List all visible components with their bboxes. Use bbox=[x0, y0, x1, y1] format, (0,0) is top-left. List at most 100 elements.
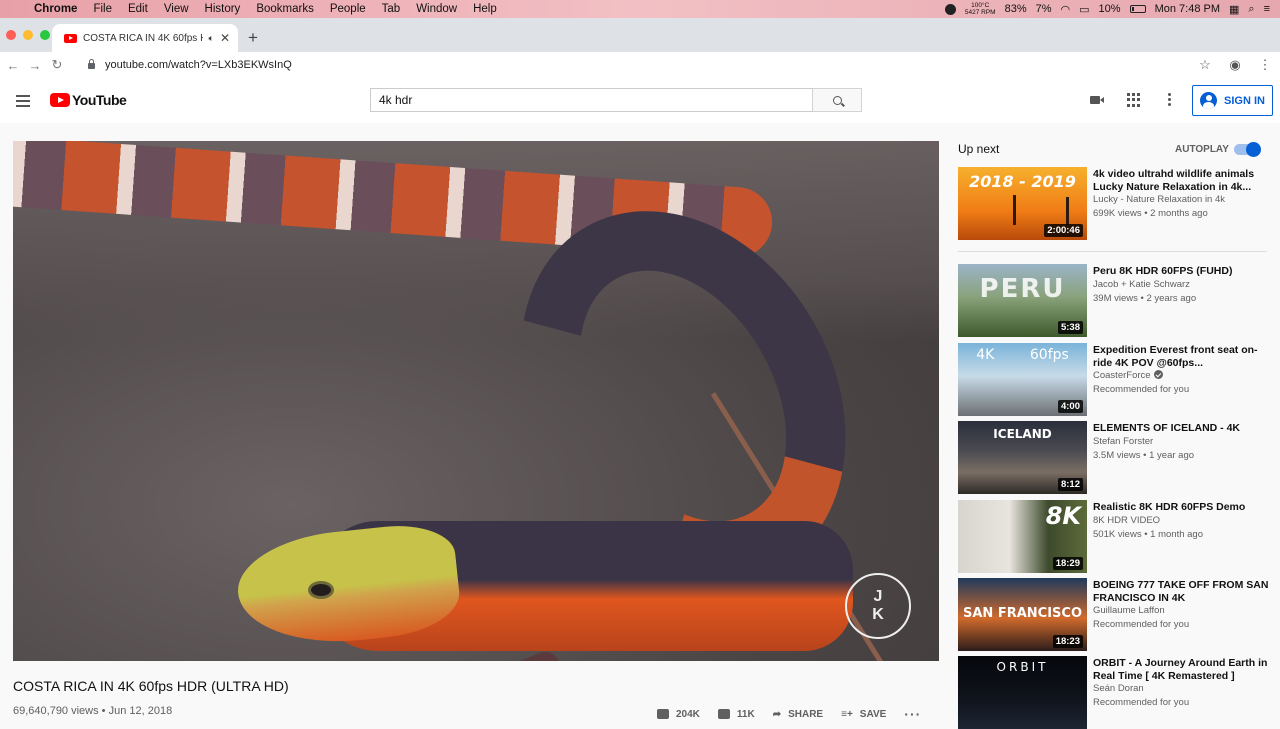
menu-tab[interactable]: Tab bbox=[374, 3, 409, 15]
menu-help[interactable]: Help bbox=[465, 3, 505, 15]
video-card-meta: 39M views • 2 years ago bbox=[1093, 292, 1197, 304]
close-tab-icon[interactable]: ✕ bbox=[220, 31, 230, 45]
thumbnail-text: 2018 - 2019 bbox=[969, 172, 1076, 191]
autoplay-toggle[interactable] bbox=[1234, 142, 1261, 157]
up-next-heading: Up next bbox=[958, 142, 1000, 156]
video-card-title[interactable]: Expedition Everest front seat on-ride 4K… bbox=[1093, 344, 1273, 369]
sign-in-label: SIGN IN bbox=[1224, 94, 1265, 107]
battery-percent[interactable]: 83% bbox=[1005, 3, 1027, 15]
airplay-icon[interactable]: ▭ bbox=[1079, 3, 1089, 16]
profile-icon[interactable]: ◉ bbox=[1220, 57, 1250, 73]
apps-grid-icon[interactable] bbox=[1127, 93, 1143, 107]
menu-file[interactable]: File bbox=[85, 3, 120, 15]
mac-battery[interactable]: 10% bbox=[1099, 3, 1121, 15]
video-title: COSTA RICA IN 4K 60fps HDR (ULTRA HD) bbox=[13, 678, 289, 694]
giraffe-silhouette-icon bbox=[1013, 195, 1016, 225]
chrome-menu-icon[interactable]: ⋮ bbox=[1250, 57, 1280, 73]
giraffe-silhouette-icon bbox=[1066, 197, 1069, 225]
video-thumbnail[interactable]: 4K 60fps 4:00 bbox=[958, 343, 1087, 416]
video-card[interactable]: 2018 - 2019 2:00:46 4k video ultrahd wil… bbox=[958, 167, 1280, 240]
up-next-divider bbox=[958, 251, 1267, 252]
tab-title: COSTA RICA IN 4K 60fps HDR bbox=[83, 32, 203, 44]
youtube-wordmark: YouTube bbox=[72, 92, 127, 108]
fan-status[interactable]: 100°C 5427 RPM bbox=[965, 2, 996, 16]
youtube-logo[interactable]: YouTube bbox=[50, 92, 127, 108]
phone-battery[interactable]: 7% bbox=[1036, 3, 1052, 15]
address-bar[interactable]: youtube.com/watch?v=LXb3EKWsInQ bbox=[74, 54, 1190, 76]
forward-button[interactable]: → bbox=[24, 58, 46, 73]
notification-center-icon[interactable]: ≡ bbox=[1264, 3, 1270, 15]
video-card-info: Realistic 8K HDR 60FPS Demo 8K HDR VIDEO… bbox=[1093, 501, 1273, 542]
menu-edit[interactable]: Edit bbox=[120, 3, 156, 15]
video-card-title[interactable]: Realistic 8K HDR 60FPS Demo bbox=[1093, 501, 1273, 514]
video-thumbnail[interactable]: 8K 18:29 bbox=[958, 500, 1087, 573]
settings-more-icon[interactable] bbox=[1168, 93, 1172, 107]
video-card-channel[interactable]: Stefan Forster bbox=[1093, 435, 1273, 449]
wifi-icon[interactable]: ◠ bbox=[1061, 3, 1071, 16]
menu-window[interactable]: Window bbox=[408, 3, 465, 15]
reload-button[interactable]: ↻ bbox=[46, 57, 68, 73]
hamburger-menu-icon[interactable] bbox=[16, 95, 30, 110]
close-window-button[interactable] bbox=[6, 30, 16, 40]
browser-tab[interactable]: COSTA RICA IN 4K 60fps HDR 🔈︎ ✕ bbox=[52, 24, 238, 52]
menu-bookmarks[interactable]: Bookmarks bbox=[248, 3, 322, 15]
lizard-eye-graphic bbox=[308, 581, 334, 599]
video-card-info: ELEMENTS OF ICELAND - 4K Stefan Forster … bbox=[1093, 422, 1273, 463]
video-card[interactable]: PERU 5:38 Peru 8K HDR 60FPS (FUHD) Jacob… bbox=[958, 264, 1280, 337]
video-card[interactable]: SAN FRANCISCO 18:23 BOEING 777 TAKE OFF … bbox=[958, 578, 1280, 651]
spotlight-icon[interactable]: ⌕ bbox=[1248, 3, 1254, 16]
minimize-window-button[interactable] bbox=[23, 30, 33, 40]
video-card-title[interactable]: ELEMENTS OF ICELAND - 4K bbox=[1093, 422, 1273, 435]
clock[interactable]: Mon 7:48 PM bbox=[1155, 3, 1220, 15]
video-card-channel[interactable]: CoasterForce bbox=[1093, 369, 1273, 383]
video-card-meta: Recommended for you bbox=[1093, 619, 1190, 630]
video-card[interactable]: ICELAND 8:12 ELEMENTS OF ICELAND - 4K St… bbox=[958, 421, 1280, 494]
menu-app-name[interactable]: Chrome bbox=[30, 3, 85, 15]
video-card[interactable]: 8K 18:29 Realistic 8K HDR 60FPS Demo 8K … bbox=[958, 500, 1280, 573]
video-card-meta: 501K views • 1 month ago bbox=[1093, 528, 1204, 540]
autoplay-label: AUTOPLAY bbox=[1175, 144, 1229, 155]
zoom-window-button[interactable] bbox=[40, 30, 50, 40]
video-card-title[interactable]: 4k video ultrahd wildlife animals Lucky … bbox=[1093, 168, 1273, 193]
video-card[interactable]: 4K 60fps 4:00 Expedition Everest front s… bbox=[958, 343, 1280, 416]
back-button[interactable]: ← bbox=[2, 58, 24, 73]
bookmark-star-icon[interactable]: ☆ bbox=[1190, 57, 1220, 73]
video-player[interactable]: J K bbox=[13, 141, 939, 661]
video-thumbnail[interactable]: ICELAND 8:12 bbox=[958, 421, 1087, 494]
video-card-title[interactable]: Peru 8K HDR 60FPS (FUHD) bbox=[1093, 265, 1273, 278]
macos-menu-bar: Chrome File Edit View History Bookmarks … bbox=[0, 0, 1280, 18]
video-card-channel[interactable]: Guillaume Laffon bbox=[1093, 604, 1273, 618]
video-card-title[interactable]: ORBIT - A Journey Around Earth in Real T… bbox=[1093, 657, 1273, 682]
channel-watermark[interactable]: J K bbox=[845, 573, 911, 639]
more-actions-icon[interactable]: ··· bbox=[904, 706, 921, 722]
menu-history[interactable]: History bbox=[197, 3, 249, 15]
flag-icon[interactable]: ▦ bbox=[1229, 3, 1239, 16]
video-thumbnail[interactable]: ORBIT bbox=[958, 656, 1087, 729]
lock-icon[interactable] bbox=[88, 59, 95, 69]
video-card-info: Expedition Everest front seat on-ride 4K… bbox=[1093, 344, 1273, 397]
url-text: youtube.com/watch?v=LXb3EKWsInQ bbox=[105, 59, 292, 71]
create-video-icon[interactable] bbox=[1089, 93, 1105, 107]
video-card[interactable]: ORBIT ORBIT - A Journey Around Earth in … bbox=[958, 656, 1280, 729]
search-button[interactable] bbox=[812, 88, 862, 112]
sign-in-button[interactable]: SIGN IN bbox=[1192, 85, 1273, 116]
video-thumbnail[interactable]: 2018 - 2019 2:00:46 bbox=[958, 167, 1087, 240]
menu-view[interactable]: View bbox=[156, 3, 197, 15]
video-card-channel[interactable]: Jacob + Katie Schwarz bbox=[1093, 278, 1273, 292]
video-card-channel[interactable]: Seán Doran bbox=[1093, 682, 1273, 696]
youtube-masthead: YouTube SIGN IN bbox=[0, 78, 1280, 123]
menu-people[interactable]: People bbox=[322, 3, 374, 15]
video-thumbnail[interactable]: SAN FRANCISCO 18:23 bbox=[958, 578, 1087, 651]
thumbnail-text: 4K 60fps bbox=[976, 347, 1069, 363]
record-icon[interactable] bbox=[944, 3, 956, 15]
video-actions: 204K 11K ➦ SHARE ≡+ SAVE ··· bbox=[657, 706, 921, 722]
battery-icon[interactable] bbox=[1129, 5, 1146, 13]
search-input[interactable] bbox=[370, 88, 812, 112]
video-card-channel[interactable]: Lucky - Nature Relaxation in 4k bbox=[1093, 193, 1273, 207]
new-tab-button[interactable]: + bbox=[248, 28, 258, 48]
speaker-icon[interactable]: 🔈︎ bbox=[209, 33, 214, 44]
video-thumbnail[interactable]: PERU 5:38 bbox=[958, 264, 1087, 337]
video-card-title[interactable]: BOEING 777 TAKE OFF FROM SAN FRANCISCO I… bbox=[1093, 579, 1273, 604]
video-card-channel[interactable]: 8K HDR VIDEO bbox=[1093, 514, 1273, 528]
video-card-meta: Recommended for you bbox=[1093, 697, 1190, 708]
